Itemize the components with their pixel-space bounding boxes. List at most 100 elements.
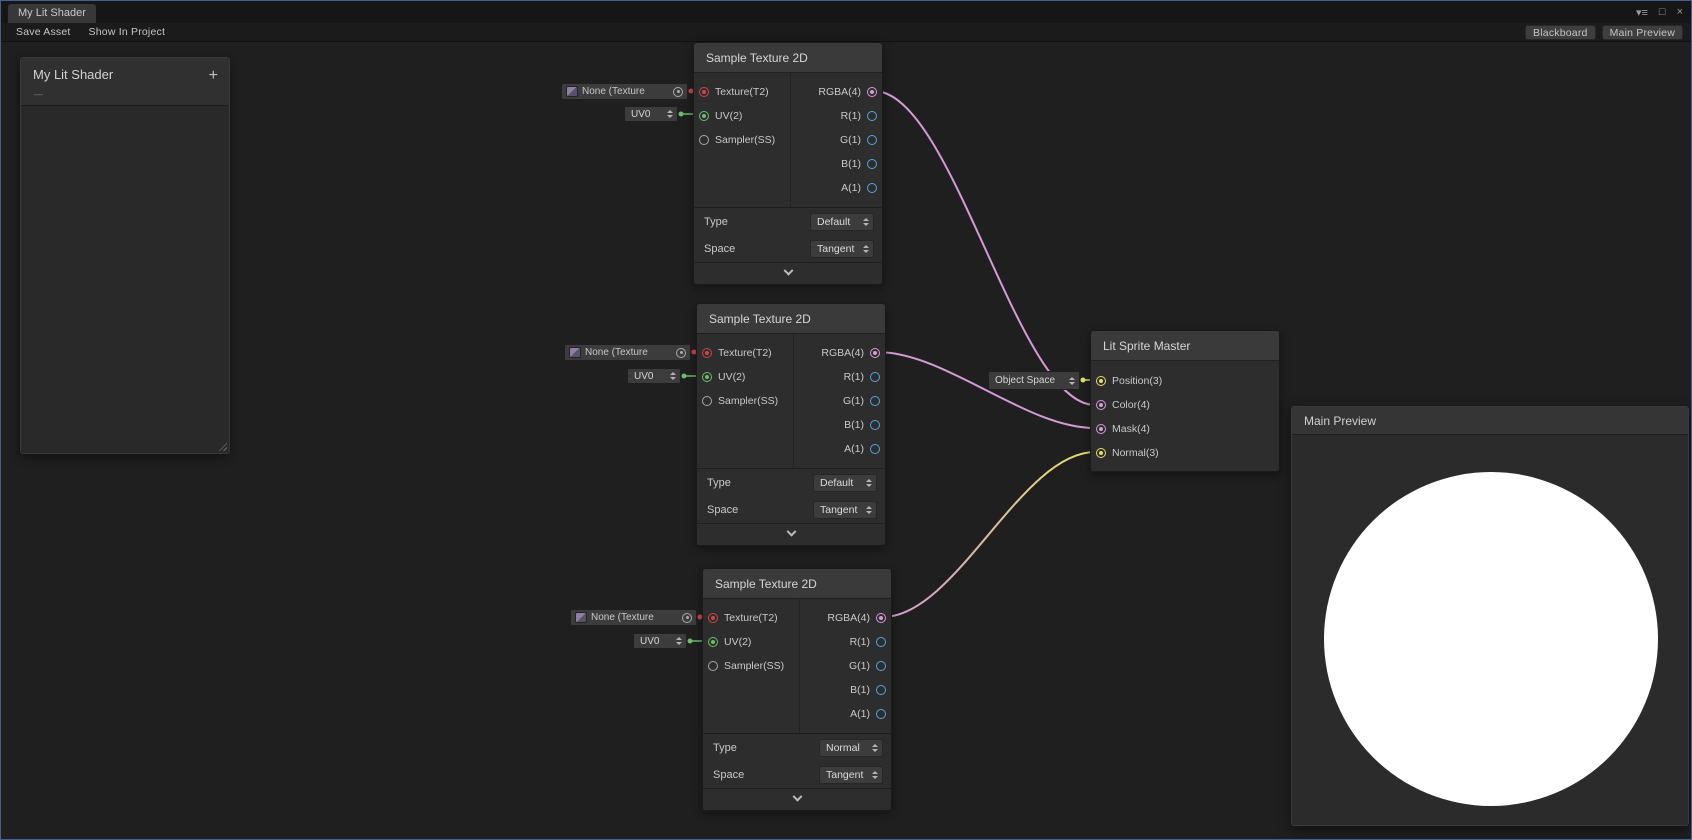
dropdown-arrows-icon [862,245,869,253]
object-picker-icon[interactable] [673,87,683,97]
node-lit-sprite-master[interactable]: Lit Sprite Master Position(3) Color(4) M… [1090,330,1280,472]
port-circle-uv-icon[interactable] [699,111,709,121]
blackboard-header[interactable]: My Lit Shader — + [21,58,229,106]
object-picker-icon[interactable] [682,613,692,623]
port-circle-b-icon[interactable] [867,159,877,169]
port-b-out[interactable]: B(1) [800,678,891,702]
port-g-out[interactable]: G(1) [800,654,891,678]
port-rgba-out[interactable]: RGBA(4) [800,606,891,630]
collapse-preview-button[interactable] [694,262,882,284]
texture-object-field-2[interactable]: None (Texture [564,344,691,361]
port-circle-a-icon[interactable] [876,709,886,719]
uv-channel-dropdown-2[interactable]: UV0 [627,368,681,384]
chevron-down-icon [786,527,796,537]
main-preview-body[interactable] [1292,435,1688,825]
port-texture-in[interactable]: Texture(T2) [697,341,793,365]
port-circle-sampler-icon[interactable] [708,661,718,671]
edge-tex1-rgba-to-color[interactable] [874,91,1095,405]
preview-sphere [1324,472,1658,806]
port-b-out[interactable]: B(1) [794,413,885,437]
port-sampler-in[interactable]: Sampler(SS) [694,128,790,152]
port-circle-g-icon[interactable] [867,135,877,145]
port-circle-a-icon[interactable] [867,183,877,193]
node-sample-texture-2d-1[interactable]: Sample Texture 2D Texture(T2) UV(2) Samp… [693,42,883,285]
node-header[interactable]: Lit Sprite Master [1091,331,1279,361]
type-dropdown[interactable]: Normal [819,739,883,757]
texture-object-field-1[interactable]: None (Texture [561,83,688,100]
port-uv-in[interactable]: UV(2) [703,630,799,654]
port-circle-r-icon[interactable] [867,111,877,121]
port-a-out[interactable]: A(1) [794,437,885,461]
space-dropdown[interactable]: Tangent [810,240,874,258]
node-header[interactable]: Sample Texture 2D [694,43,882,73]
type-dropdown[interactable]: Default [810,213,874,231]
position-space-dropdown[interactable]: Object Space [988,371,1080,390]
node-header[interactable]: Sample Texture 2D [703,569,891,599]
port-circle-mask-icon[interactable] [1096,424,1106,434]
port-a-out[interactable]: A(1) [800,702,891,726]
port-g-out[interactable]: G(1) [791,128,882,152]
chevron-down-icon [792,792,802,802]
port-normal-in[interactable]: Normal(3) [1091,441,1279,465]
port-circle-uv-icon[interactable] [702,372,712,382]
port-rgba-out[interactable]: RGBA(4) [791,80,882,104]
port-circle-rgba-icon[interactable] [876,613,886,623]
port-circle-b-icon[interactable] [876,685,886,695]
port-circle-position-icon[interactable] [1096,376,1106,386]
port-circle-g-icon[interactable] [876,661,886,671]
texture-object-field-3[interactable]: None (Texture [570,609,697,626]
dropdown-arrows-icon [865,479,872,487]
node-sample-texture-2d-2[interactable]: Sample Texture 2D Texture(T2) UV(2) Samp… [696,303,886,546]
port-rgba-out[interactable]: RGBA(4) [794,341,885,365]
port-texture-in[interactable]: Texture(T2) [694,80,790,104]
port-r-out[interactable]: R(1) [791,104,882,128]
port-circle-b-icon[interactable] [870,420,880,430]
port-color-in[interactable]: Color(4) [1091,393,1279,417]
port-circle-sampler-icon[interactable] [699,135,709,145]
type-dropdown[interactable]: Default [813,474,877,492]
add-property-button[interactable]: + [209,67,218,85]
port-circle-texture-icon[interactable] [699,87,709,97]
port-sampler-in[interactable]: Sampler(SS) [697,389,793,413]
port-uv-in[interactable]: UV(2) [694,104,790,128]
port-a-out[interactable]: A(1) [791,176,882,200]
node-header[interactable]: Sample Texture 2D [697,304,885,334]
port-circle-uv-icon[interactable] [708,637,718,647]
uv-channel-dropdown-3[interactable]: UV0 [633,633,687,649]
node-sample-texture-2d-3[interactable]: Sample Texture 2D Texture(T2) UV(2) Samp… [702,568,892,811]
port-position-in[interactable]: Position(3) [1091,369,1279,393]
port-circle-texture-icon[interactable] [702,348,712,358]
port-g-out[interactable]: G(1) [794,389,885,413]
port-uv-in[interactable]: UV(2) [697,365,793,389]
port-circle-r-icon[interactable] [876,637,886,647]
dropdown-arrows-icon [669,372,676,380]
port-texture-in[interactable]: Texture(T2) [703,606,799,630]
main-preview-header[interactable]: Main Preview [1292,407,1688,435]
port-mask-in[interactable]: Mask(4) [1091,417,1279,441]
collapse-preview-button[interactable] [703,788,891,810]
port-circle-color-icon[interactable] [1096,400,1106,410]
port-circle-texture-icon[interactable] [708,613,718,623]
edge-tex2-rgba-to-mask[interactable] [877,352,1095,428]
port-circle-rgba-icon[interactable] [870,348,880,358]
space-dropdown[interactable]: Tangent [813,501,877,519]
port-sampler-in[interactable]: Sampler(SS) [703,654,799,678]
uv-channel-dropdown-1[interactable]: UV0 [624,106,678,122]
object-picker-icon[interactable] [676,348,686,358]
port-circle-rgba-icon[interactable] [867,87,877,97]
port-label: RGBA(4) [818,86,861,98]
port-circle-a-icon[interactable] [870,444,880,454]
main-preview-panel: Main Preview [1291,406,1689,826]
port-b-out[interactable]: B(1) [791,152,882,176]
port-circle-normal-icon[interactable] [1096,448,1106,458]
port-circle-r-icon[interactable] [870,372,880,382]
space-dropdown[interactable]: Tangent [819,766,883,784]
port-r-out[interactable]: R(1) [800,630,891,654]
connector-dot-uv-3 [688,639,693,644]
edge-tex3-rgba-to-normal[interactable] [883,452,1095,617]
port-circle-g-icon[interactable] [870,396,880,406]
port-label: R(1) [844,371,864,383]
port-r-out[interactable]: R(1) [794,365,885,389]
collapse-preview-button[interactable] [697,523,885,545]
port-circle-sampler-icon[interactable] [702,396,712,406]
